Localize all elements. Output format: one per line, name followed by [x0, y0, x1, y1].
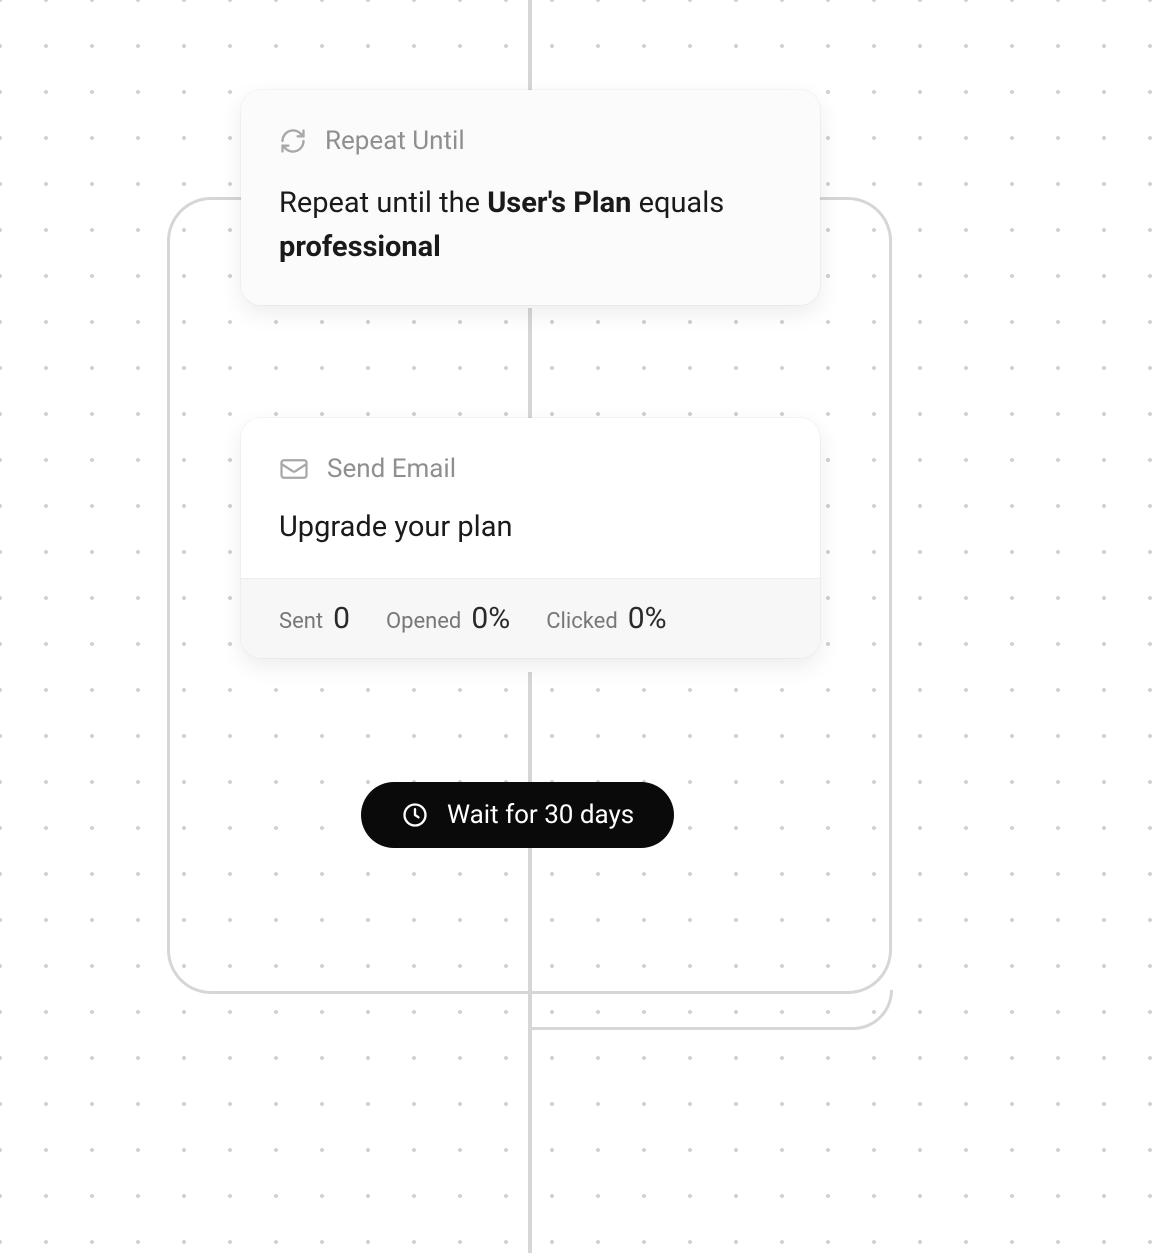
condition-prefix: Repeat until the — [279, 186, 487, 220]
stat-label: Opened — [386, 609, 461, 634]
email-stats-bar: Sent 0 Opened 0% Clicked 0% — [241, 578, 820, 658]
wait-node[interactable]: Wait for 30 days — [361, 782, 674, 848]
repeat-until-node[interactable]: Repeat Until Repeat until the User's Pla… — [241, 90, 820, 305]
repeat-condition-text: Repeat until the User's Plan equals prof… — [279, 182, 782, 269]
stat-value: 0% — [628, 601, 667, 636]
stat-opened: Opened 0% — [386, 601, 510, 636]
connector-line — [528, 0, 532, 90]
wait-label: Wait for 30 days — [447, 800, 634, 830]
envelope-icon — [279, 454, 309, 484]
stat-sent: Sent 0 — [279, 601, 350, 636]
condition-value: professional — [279, 230, 441, 264]
node-header: Repeat Until — [279, 126, 782, 156]
send-email-node[interactable]: Send Email Upgrade your plan Sent 0 Open… — [241, 418, 820, 658]
connector-line — [528, 308, 532, 418]
stat-value: 0% — [471, 601, 510, 636]
stat-label: Sent — [279, 609, 323, 634]
clock-icon — [401, 801, 429, 829]
connector-line — [528, 848, 532, 1253]
node-type-label: Send Email — [327, 454, 456, 484]
node-header: Send Email — [279, 454, 782, 484]
stat-value: 0 — [333, 601, 350, 636]
repeat-icon — [279, 127, 307, 155]
condition-operator: equals — [631, 186, 724, 220]
connector-line — [528, 672, 532, 782]
node-type-label: Repeat Until — [325, 126, 465, 156]
email-subject: Upgrade your plan — [279, 510, 782, 544]
loop-exit-connector — [528, 990, 893, 1030]
stat-clicked: Clicked 0% — [546, 601, 666, 636]
condition-field: User's Plan — [487, 186, 631, 220]
stat-label: Clicked — [546, 609, 618, 634]
